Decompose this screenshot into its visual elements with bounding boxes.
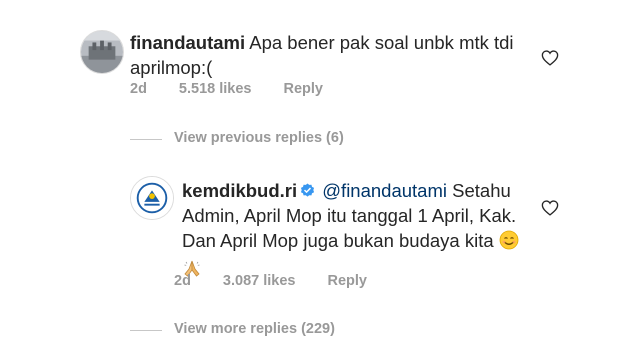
reply-time[interactable]: 2d [174, 273, 191, 289]
reply-text-line3: Dan April Mop juga bukan budaya kita [182, 230, 494, 251]
comment-finandautami: finandautami Apa bener pak soal unbk mtk… [0, 0, 640, 110]
reply-text-line1: Setahu [452, 180, 511, 201]
avatar-kemdikbud[interactable] [130, 176, 174, 220]
reply-mention[interactable]: @finandautami [322, 180, 447, 201]
reply-kemdikbud: kemdikbud.ri @finandautami Setahu Admin,… [0, 170, 640, 300]
comment-text-line2: aprilmop:( [130, 57, 213, 78]
reply-username[interactable]: kemdikbud.ri [182, 180, 297, 201]
comment-text: finandautami Apa bener pak soal unbk mtk… [130, 30, 530, 80]
heart-icon[interactable] [541, 200, 559, 216]
avatar-finandautami[interactable] [80, 30, 124, 74]
comment-likes[interactable]: 5.518 likes [179, 81, 252, 97]
comment-username[interactable]: finandautami [130, 32, 245, 53]
avatar-logo [131, 177, 173, 219]
view-more-replies-label[interactable]: View more replies (229) [174, 321, 335, 337]
replies-divider-line [130, 139, 162, 140]
view-previous-replies-label[interactable]: View previous replies (6) [174, 130, 344, 146]
heart-icon[interactable] [541, 50, 559, 66]
reply-reply-button[interactable]: Reply [328, 273, 368, 289]
replies-divider-line [130, 330, 162, 331]
comment-text-line1: Apa bener pak soal unbk mtk tdi [249, 32, 514, 53]
avatar-photo [81, 31, 123, 73]
view-more-replies[interactable]: View more replies (229) [130, 321, 430, 341]
reply-likes[interactable]: 3.087 likes [223, 273, 296, 289]
reply-meta: 2d 3.087 likes Reply [174, 273, 399, 289]
view-previous-replies[interactable]: View previous replies (6) [130, 130, 430, 150]
comment-time[interactable]: 2d [130, 81, 147, 97]
smiling-face-emoji [499, 230, 519, 256]
reply-button[interactable]: Reply [284, 81, 324, 97]
verified-badge-icon [300, 183, 315, 198]
comment-meta: 2d 5.518 likes Reply [130, 81, 355, 97]
reply-text-line2: Admin, April Mop itu tanggal 1 April, Ka… [182, 205, 517, 226]
reply-text: kemdikbud.ri @finandautami Setahu Admin,… [182, 178, 542, 284]
